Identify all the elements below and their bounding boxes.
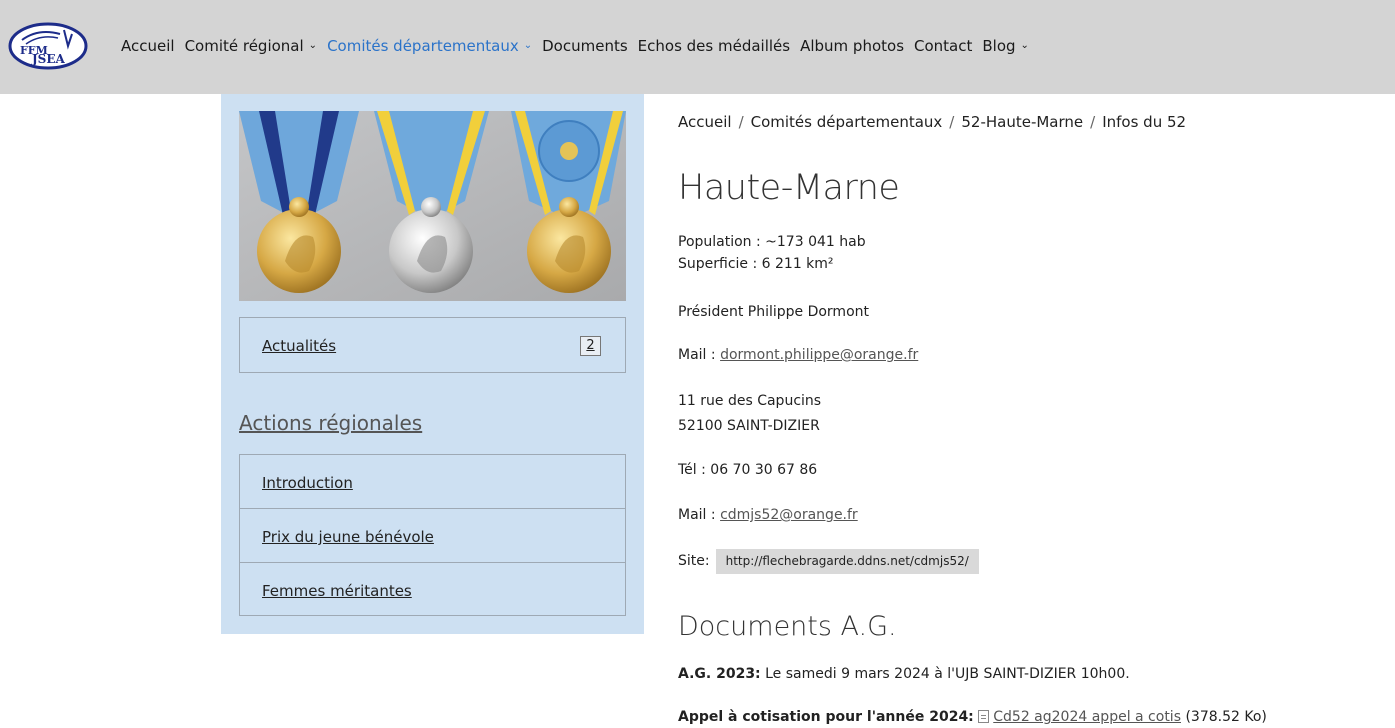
documents-ag-heading: Documents A.G.	[678, 611, 897, 642]
nav-blog[interactable]: Blog ⌄	[982, 37, 1029, 55]
nav-label: Comités départementaux	[327, 37, 519, 55]
nav-label: Album photos	[800, 37, 905, 55]
nav-echos-des-medailles[interactable]: Echos des médaillés	[638, 37, 790, 55]
mail-cdmjs-line: Mail : cdmjs52@orange.fr	[678, 505, 858, 526]
list-item-prix-jeune-benevole: Prix du jeune bénévole	[240, 509, 625, 563]
address-line-2: 52100 SAINT-DIZIER	[678, 418, 820, 434]
address-line-1: 11 rue des Capucins	[678, 393, 822, 409]
actions-regionales-list: Introduction Prix du jeune bénévole Femm…	[239, 454, 626, 616]
actualites-link[interactable]: Actualités	[262, 337, 336, 355]
sidebar: Actualités 2 Actions régionales Introduc…	[221, 94, 644, 634]
list-item-femmes-meritantes: Femmes méritantes	[240, 563, 625, 617]
breadcrumb-current: Infos du 52	[1102, 113, 1187, 131]
nav-label: Documents	[542, 37, 628, 55]
appel-cotisation-line: Appel à cotisation pour l'année 2024: Cd…	[678, 707, 1267, 728]
mail-cdmjs-link[interactable]: cdmjs52@orange.fr	[720, 507, 858, 523]
site-url[interactable]: http://flechebragarde.ddns.net/cdmjs52/	[715, 549, 979, 574]
appel-label: Appel à cotisation pour l'année 2024:	[678, 709, 974, 725]
femmes-meritantes-link[interactable]: Femmes méritantes	[262, 582, 412, 600]
breadcrumb: Accueil / Comités départementaux / 52-Haute-…	[678, 113, 1186, 131]
medals-image	[239, 111, 626, 301]
appel-file-size: (378.52 Ko)	[1181, 709, 1267, 725]
chevron-down-icon: ⌄	[523, 39, 533, 51]
prix-jeune-benevole-link[interactable]: Prix du jeune bénévole	[262, 528, 434, 546]
breadcrumb-separator: /	[1090, 113, 1096, 131]
introduction-link[interactable]: Introduction	[262, 474, 353, 492]
page-title: Haute-Marne	[678, 168, 900, 208]
nav-comite-regional[interactable]: Comité régional ⌄	[185, 37, 318, 55]
mail-label: Mail :	[678, 347, 716, 363]
file-icon	[978, 710, 990, 723]
chevron-down-icon: ⌄	[308, 39, 318, 51]
mail-label: Mail :	[678, 507, 716, 523]
site-logo[interactable]: FFM JSEA	[8, 22, 88, 70]
nav-label: Accueil	[121, 37, 175, 55]
population-text: Population : ~173 041 hab	[678, 234, 866, 250]
nav-contact[interactable]: Contact	[914, 37, 972, 55]
chevron-down-icon: ⌄	[1020, 39, 1029, 51]
nav-label: Blog	[982, 37, 1016, 55]
main-nav: Accueil Comité régional ⌄ Comités départe…	[121, 37, 1029, 55]
actualites-box: Actualités 2	[239, 317, 626, 373]
breadcrumb-comites[interactable]: Comités départementaux	[751, 113, 943, 131]
top-navigation-bar: FFM JSEA Accueil Comité régional ⌄ Comité…	[0, 0, 1395, 94]
nav-label: Comité régional	[184, 37, 304, 55]
nav-comites-departementaux[interactable]: Comités départementaux ⌄	[327, 37, 532, 55]
nav-documents[interactable]: Documents	[542, 37, 628, 55]
breadcrumb-haute-marne[interactable]: 52-Haute-Marne	[961, 113, 1083, 131]
list-item-introduction: Introduction	[240, 455, 625, 509]
mail-president-line: Mail : dormont.philippe@orange.fr	[678, 345, 918, 366]
ag-label: A.G. 2023:	[678, 666, 761, 682]
nav-label: Echos des médaillés	[637, 37, 791, 55]
nav-label: Contact	[914, 37, 973, 55]
mail-president-link[interactable]: dormont.philippe@orange.fr	[720, 347, 918, 363]
nav-album-photos[interactable]: Album photos	[800, 37, 904, 55]
president-text: Président Philippe Dormont	[678, 304, 869, 320]
breadcrumb-separator: /	[738, 113, 744, 131]
ag-text: Le samedi 9 mars 2024 à l'UJB SAINT-DIZI…	[760, 666, 1130, 682]
appel-file-link[interactable]: Cd52 ag2024 appel a cotis	[993, 709, 1181, 725]
site-label: Site:	[678, 553, 710, 569]
actions-regionales-title[interactable]: Actions régionales	[239, 411, 422, 435]
svg-text:JSEA: JSEA	[31, 52, 65, 66]
actualites-count-badge[interactable]: 2	[580, 336, 601, 356]
site-line: Site: http://flechebragarde.ddns.net/cdmj…	[678, 549, 979, 574]
breadcrumb-separator: /	[949, 113, 955, 131]
superficie-text: Superficie : 6 211 km²	[678, 256, 834, 272]
breadcrumb-accueil[interactable]: Accueil	[678, 113, 732, 131]
nav-accueil[interactable]: Accueil	[121, 37, 175, 55]
ag-2023-line: A.G. 2023: Le samedi 9 mars 2024 à l'UJB…	[678, 664, 1130, 685]
telephone-text: Tél : 06 70 30 67 86	[678, 462, 818, 478]
